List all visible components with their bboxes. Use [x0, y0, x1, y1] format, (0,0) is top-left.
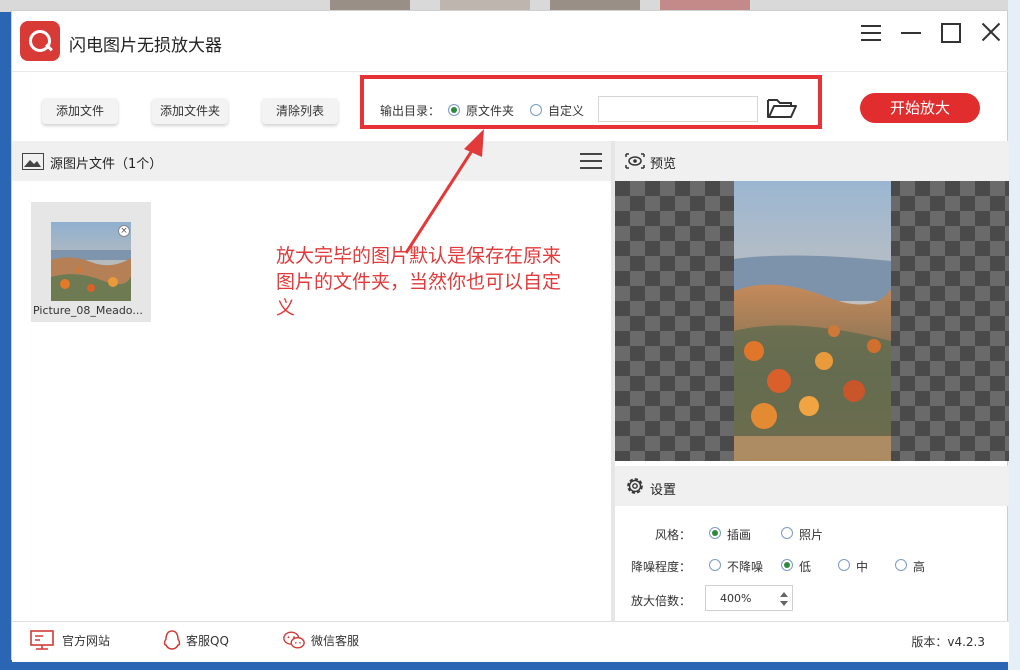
wechat-icon	[283, 631, 305, 649]
preview-title: 预览	[650, 157, 677, 172]
file-name: Picture_08_Meado...	[33, 304, 143, 317]
preview-canvas	[615, 181, 1009, 461]
denoise-high-label: 高	[913, 560, 926, 574]
desktop-thumbnail	[330, 0, 410, 10]
denoise-mid-radio[interactable]	[838, 559, 850, 571]
scale-value: 400%	[720, 592, 752, 605]
remove-file-icon[interactable]: ×	[118, 225, 130, 237]
output-custom-label: 自定义	[548, 104, 585, 118]
style-photo-label: 照片	[799, 528, 824, 542]
denoise-none-radio[interactable]	[709, 559, 721, 571]
desktop-thumbnail	[440, 0, 530, 10]
footer: 官方网站 客服QQ 微信客服 版本：v4.2.3	[12, 621, 1009, 662]
preview-image	[734, 181, 891, 461]
scale-down-icon[interactable]	[780, 601, 788, 606]
wechat-support-link[interactable]: 微信客服	[311, 632, 359, 649]
style-illustration-label: 插画	[727, 528, 752, 542]
denoise-none-label: 不降噪	[727, 560, 764, 574]
output-original-label: 原文件夹	[466, 104, 515, 118]
denoise-high-radio[interactable]	[895, 559, 907, 571]
preview-eye-icon	[625, 153, 645, 169]
add-folder-button[interactable]: 添加文件夹	[152, 98, 228, 124]
preview-header: 预览	[615, 141, 1009, 181]
app-logo-icon	[20, 21, 60, 61]
scale-stepper[interactable]: 400%	[705, 585, 793, 611]
app-title: 闪电图片无损放大器	[69, 36, 222, 56]
clear-list-button[interactable]: 清除列表	[262, 98, 338, 124]
image-icon	[22, 153, 44, 170]
menu-icon[interactable]	[858, 21, 884, 45]
output-original-radio[interactable]	[448, 104, 460, 116]
output-dir-label: 输出目录：	[380, 104, 441, 118]
source-files-header: 源图片文件（1个）	[12, 141, 611, 181]
desktop-right-edge	[1008, 0, 1020, 670]
style-label: 风格：	[654, 528, 691, 542]
source-files-title: 源图片文件（1个）	[50, 157, 163, 172]
close-icon[interactable]	[978, 21, 1004, 45]
app-window: 闪电图片无损放大器 添加文件 添加文件夹 清除列表 输出目录： 原文件夹 自定义…	[11, 10, 1009, 662]
qq-support-link[interactable]: 客服QQ	[186, 632, 229, 649]
style-illustration-radio[interactable]	[709, 527, 721, 539]
desktop-thumbnail	[660, 0, 750, 10]
denoise-label: 降噪程度：	[630, 560, 691, 574]
output-path-input[interactable]	[598, 96, 758, 122]
gear-icon	[627, 478, 643, 494]
start-enlarge-button[interactable]: 开始放大	[860, 93, 980, 123]
monitor-icon	[30, 630, 54, 650]
folder-open-icon[interactable]	[767, 97, 797, 119]
settings-header: 设置	[615, 466, 1009, 506]
denoise-low-radio[interactable]	[781, 559, 793, 571]
desktop-thumbnail	[550, 0, 640, 10]
output-custom-radio[interactable]	[530, 104, 542, 116]
minimize-icon[interactable]	[898, 21, 924, 45]
scale-up-icon[interactable]	[780, 592, 788, 597]
denoise-mid-label: 中	[856, 560, 869, 574]
list-view-icon[interactable]	[580, 151, 602, 171]
maximize-icon[interactable]	[938, 21, 964, 45]
settings-title: 设置	[650, 483, 677, 498]
version-label: 版本：v4.2.3	[911, 635, 985, 649]
annotation-arrow	[404, 129, 484, 254]
style-photo-radio[interactable]	[781, 527, 793, 539]
qq-icon	[163, 630, 181, 650]
website-link[interactable]: 官方网站	[62, 632, 110, 649]
scale-label: 放大倍数：	[630, 594, 691, 608]
file-thumbnail-card[interactable]: × Picture_08_Meado...	[31, 202, 151, 322]
denoise-low-label: 低	[799, 560, 812, 574]
add-file-button[interactable]: 添加文件	[42, 98, 118, 124]
